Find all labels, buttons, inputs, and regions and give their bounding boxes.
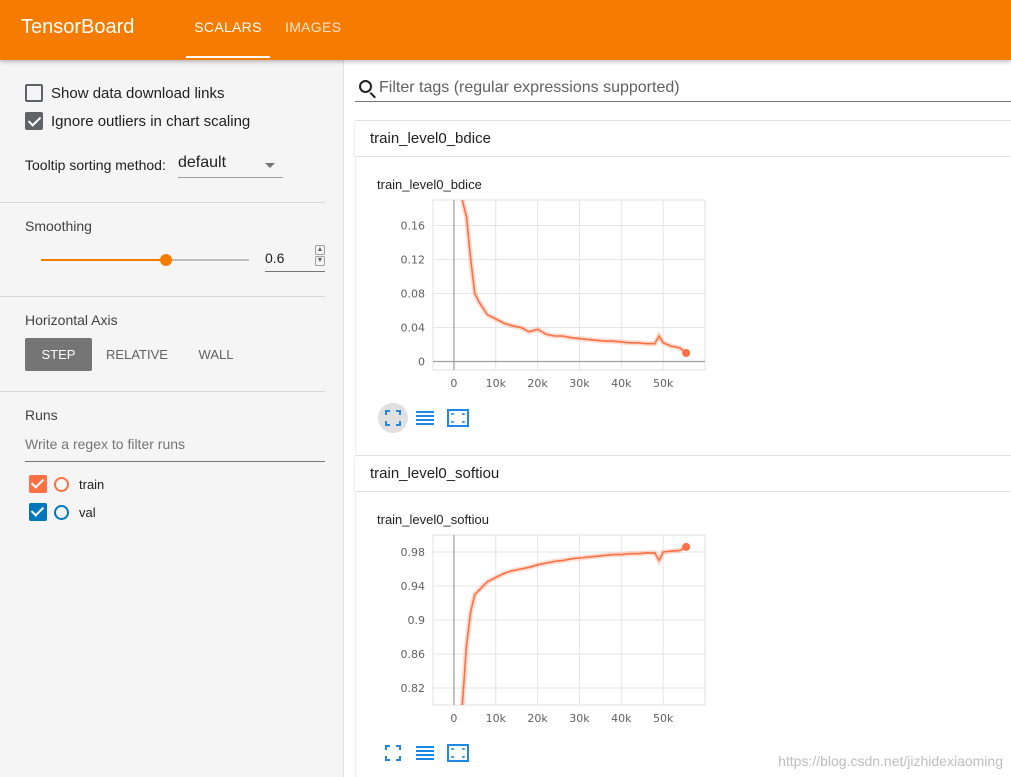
- chart-softiou: 0.82 0.86 0.9 0.94 0.98 0 10k 20k 30k 40k 50k: [401, 534, 706, 725]
- chart-title: train_level0_bdice: [377, 177, 482, 192]
- chart-bdice: 0 0.04 0.08 0.12 0.16 0 10k 20k 30k 40k 50k: [401, 199, 706, 390]
- list-lines-icon: [416, 411, 434, 425]
- expand-icon: [385, 410, 401, 426]
- fit-domain-button[interactable]: [378, 738, 408, 768]
- runs-filter-placeholder: Write a regex to filter runs: [25, 436, 186, 452]
- tag-filter-input[interactable]: Filter tags (regular expressions support…: [355, 76, 1011, 102]
- run-item-val[interactable]: val: [29, 502, 96, 522]
- y-tick-label: 0: [418, 356, 425, 369]
- x-tick-label: 10k: [486, 712, 507, 725]
- axis-wall-button[interactable]: WALL: [186, 338, 246, 371]
- chart-card-softiou: train_level0_softiou 0.82 0.86 0.9 0.94 0.98…: [355, 492, 1011, 777]
- x-tick-label: 0: [450, 377, 457, 390]
- smoothing-input[interactable]: 0.6 ▲ ▼: [265, 245, 325, 272]
- y-tick-label: 0.82: [401, 682, 426, 695]
- x-tick-label: 40k: [611, 712, 632, 725]
- expand-icon: [385, 745, 401, 761]
- tooltip-sorting-select[interactable]: default: [178, 154, 283, 178]
- spin-down-icon[interactable]: ▼: [315, 256, 325, 266]
- divider: [0, 296, 325, 297]
- category-header-bdice[interactable]: train_level0_bdice: [355, 120, 1011, 156]
- main-content: Filter tags (regular expressions support…: [345, 60, 1011, 777]
- list-lines-icon: [416, 746, 434, 760]
- divider: [0, 202, 325, 203]
- dropdown-caret-icon: [265, 163, 275, 168]
- run-color-circle-icon: [54, 504, 69, 520]
- category-header-softiou[interactable]: train_level0_softiou: [355, 455, 1011, 491]
- toggle-log-scale-button[interactable]: [410, 403, 440, 433]
- series-end-point: [682, 542, 691, 551]
- x-tick-label: 0: [450, 712, 457, 725]
- x-tick-label: 50k: [653, 377, 674, 390]
- run-label-val: val: [79, 504, 96, 520]
- x-tick-label: 10k: [486, 377, 507, 390]
- tab-images[interactable]: IMAGES: [285, 0, 341, 58]
- checkbox-checked-icon: [25, 112, 43, 130]
- smoothing-value: 0.6: [265, 250, 285, 266]
- reset-zoom-button[interactable]: [442, 738, 472, 768]
- spin-up-icon[interactable]: ▲: [315, 245, 325, 255]
- tooltip-sorting-value: default: [178, 154, 227, 171]
- y-tick-label: 0.98: [401, 546, 426, 559]
- y-tick-label: 0.12: [401, 254, 426, 267]
- run-item-train[interactable]: train: [29, 474, 104, 494]
- app-title: TensorBoard: [21, 16, 135, 38]
- smoothing-title: Smoothing: [25, 218, 92, 234]
- runs-title: Runs: [25, 407, 58, 423]
- smoothing-slider-fill: [41, 259, 166, 261]
- y-tick-label: 0.08: [401, 288, 426, 301]
- chart-title: train_level0_softiou: [377, 512, 490, 527]
- runs-filter-input[interactable]: Write a regex to filter runs: [25, 436, 325, 462]
- ignore-outliers-checkbox[interactable]: Ignore outliers in chart scaling: [25, 111, 250, 131]
- divider: [0, 391, 325, 392]
- smoothing-slider[interactable]: [41, 254, 249, 266]
- x-tick-label: 20k: [527, 377, 548, 390]
- toggle-log-scale-button[interactable]: [410, 738, 440, 768]
- watermark: https://blog.csdn.net/jizhidexiaoming: [778, 753, 1003, 769]
- search-icon: [359, 80, 372, 93]
- reset-zoom-button[interactable]: [442, 403, 472, 433]
- fit-screen-icon: [447, 744, 469, 762]
- x-tick-label: 30k: [569, 377, 590, 390]
- horizontal-axis-title: Horizontal Axis: [25, 312, 118, 328]
- top-app-bar: TensorBoard SCALARS IMAGES: [0, 0, 1011, 60]
- y-tick-label: 0.86: [401, 648, 426, 661]
- axis-relative-button[interactable]: RELATIVE: [101, 338, 173, 371]
- fit-domain-button[interactable]: [378, 403, 408, 433]
- fit-screen-icon: [447, 409, 469, 427]
- run-checkbox-train[interactable]: [29, 475, 47, 493]
- checkbox-unchecked-icon: [25, 84, 43, 102]
- y-tick-label: 0.16: [401, 220, 426, 233]
- ignore-outliers-label: Ignore outliers in chart scaling: [51, 112, 251, 130]
- run-label-train: train: [79, 476, 105, 492]
- y-tick-label: 0.9: [408, 614, 426, 627]
- x-tick-label: 40k: [611, 377, 632, 390]
- x-tick-label: 50k: [653, 712, 674, 725]
- show-download-links-checkbox[interactable]: Show data download links: [25, 83, 224, 103]
- axis-step-button[interactable]: STEP: [25, 338, 92, 371]
- smoothing-slider-knob[interactable]: [159, 254, 172, 266]
- run-checkbox-val[interactable]: [29, 503, 47, 521]
- tag-filter-placeholder: Filter tags (regular expressions support…: [379, 79, 680, 96]
- run-color-circle-icon: [54, 476, 69, 492]
- chart-card-bdice: train_level0_bdice 0 0.04 0.08 0.12 0.16 0 10k…: [355, 157, 1011, 453]
- x-tick-label: 20k: [527, 712, 548, 725]
- sidebar: Show data download links Ignore outliers…: [0, 60, 344, 777]
- series-end-point: [682, 349, 691, 357]
- tab-scalars[interactable]: SCALARS: [186, 0, 270, 58]
- show-download-links-label: Show data download links: [51, 84, 225, 102]
- x-tick-label: 30k: [569, 712, 590, 725]
- y-tick-label: 0.04: [401, 322, 426, 335]
- tooltip-sorting-label: Tooltip sorting method:: [25, 157, 166, 173]
- y-tick-label: 0.94: [401, 580, 426, 593]
